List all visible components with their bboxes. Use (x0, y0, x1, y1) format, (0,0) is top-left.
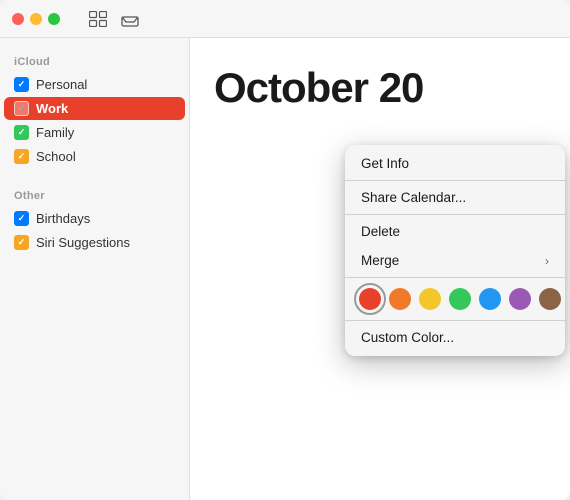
siri-label: Siri Suggestions (36, 235, 130, 250)
check-icon: ✓ (18, 152, 26, 161)
app-window: iCloud ✓ Personal ✓ Work ✓ Family ✓ (0, 0, 570, 500)
menu-divider-2 (345, 214, 565, 215)
titlebar-icons (86, 7, 142, 31)
personal-checkbox[interactable]: ✓ (14, 77, 29, 92)
sidebar-item-siri[interactable]: ✓ Siri Suggestions (4, 231, 185, 254)
school-checkbox[interactable]: ✓ (14, 149, 29, 164)
share-calendar-label: Share Calendar... (361, 190, 466, 205)
context-menu: Get Info Share Calendar... Delete Merge … (345, 145, 565, 356)
check-icon: ✓ (18, 80, 26, 89)
inbox-icon[interactable] (118, 7, 142, 31)
delete-label: Delete (361, 224, 400, 239)
get-info-label: Get Info (361, 156, 409, 171)
check-icon: ✓ (18, 238, 26, 247)
share-calendar-menuitem[interactable]: Share Calendar... (345, 183, 565, 212)
titlebar (0, 0, 570, 38)
color-picker-row (345, 280, 565, 318)
check-icon: ✓ (18, 214, 26, 223)
family-label: Family (36, 125, 74, 140)
family-checkbox[interactable]: ✓ (14, 125, 29, 140)
sidebar-item-birthdays[interactable]: ✓ Birthdays (4, 207, 185, 230)
calendar-view-icon[interactable] (86, 7, 110, 31)
sidebar: iCloud ✓ Personal ✓ Work ✓ Family ✓ (0, 0, 190, 500)
other-section-label: Other (0, 178, 189, 206)
color-blue-button[interactable] (479, 288, 501, 310)
color-red-button[interactable] (359, 288, 381, 310)
check-icon: ✓ (18, 104, 26, 113)
custom-color-label: Custom Color... (361, 330, 454, 345)
icloud-section-label: iCloud (0, 44, 189, 72)
sidebar-item-school[interactable]: ✓ School (4, 145, 185, 168)
delete-menuitem[interactable]: Delete (345, 217, 565, 246)
close-button[interactable] (12, 13, 24, 25)
get-info-menuitem[interactable]: Get Info (345, 149, 565, 178)
maximize-button[interactable] (48, 13, 60, 25)
work-label: Work (36, 101, 68, 116)
minimize-button[interactable] (30, 13, 42, 25)
main-content: + October 20 Get Info Share Calendar... … (190, 0, 570, 500)
merge-menuitem[interactable]: Merge › (345, 246, 565, 275)
check-icon: ✓ (18, 128, 26, 137)
custom-color-menuitem[interactable]: Custom Color... (345, 323, 565, 352)
birthdays-checkbox[interactable]: ✓ (14, 211, 29, 226)
sidebar-item-family[interactable]: ✓ Family (4, 121, 185, 144)
work-checkbox[interactable]: ✓ (14, 101, 29, 116)
school-label: School (36, 149, 76, 164)
color-orange-button[interactable] (389, 288, 411, 310)
color-purple-button[interactable] (509, 288, 531, 310)
color-brown-button[interactable] (539, 288, 561, 310)
menu-divider-1 (345, 180, 565, 181)
color-yellow-button[interactable] (419, 288, 441, 310)
personal-label: Personal (36, 77, 87, 92)
siri-checkbox[interactable]: ✓ (14, 235, 29, 250)
menu-divider-4 (345, 320, 565, 321)
sidebar-item-work[interactable]: ✓ Work (4, 97, 185, 120)
merge-label: Merge (361, 253, 399, 268)
month-title: October 20 (190, 44, 570, 112)
chevron-right-icon: › (545, 254, 549, 268)
color-green-button[interactable] (449, 288, 471, 310)
menu-divider-3 (345, 277, 565, 278)
sidebar-item-personal[interactable]: ✓ Personal (4, 73, 185, 96)
birthdays-label: Birthdays (36, 211, 90, 226)
